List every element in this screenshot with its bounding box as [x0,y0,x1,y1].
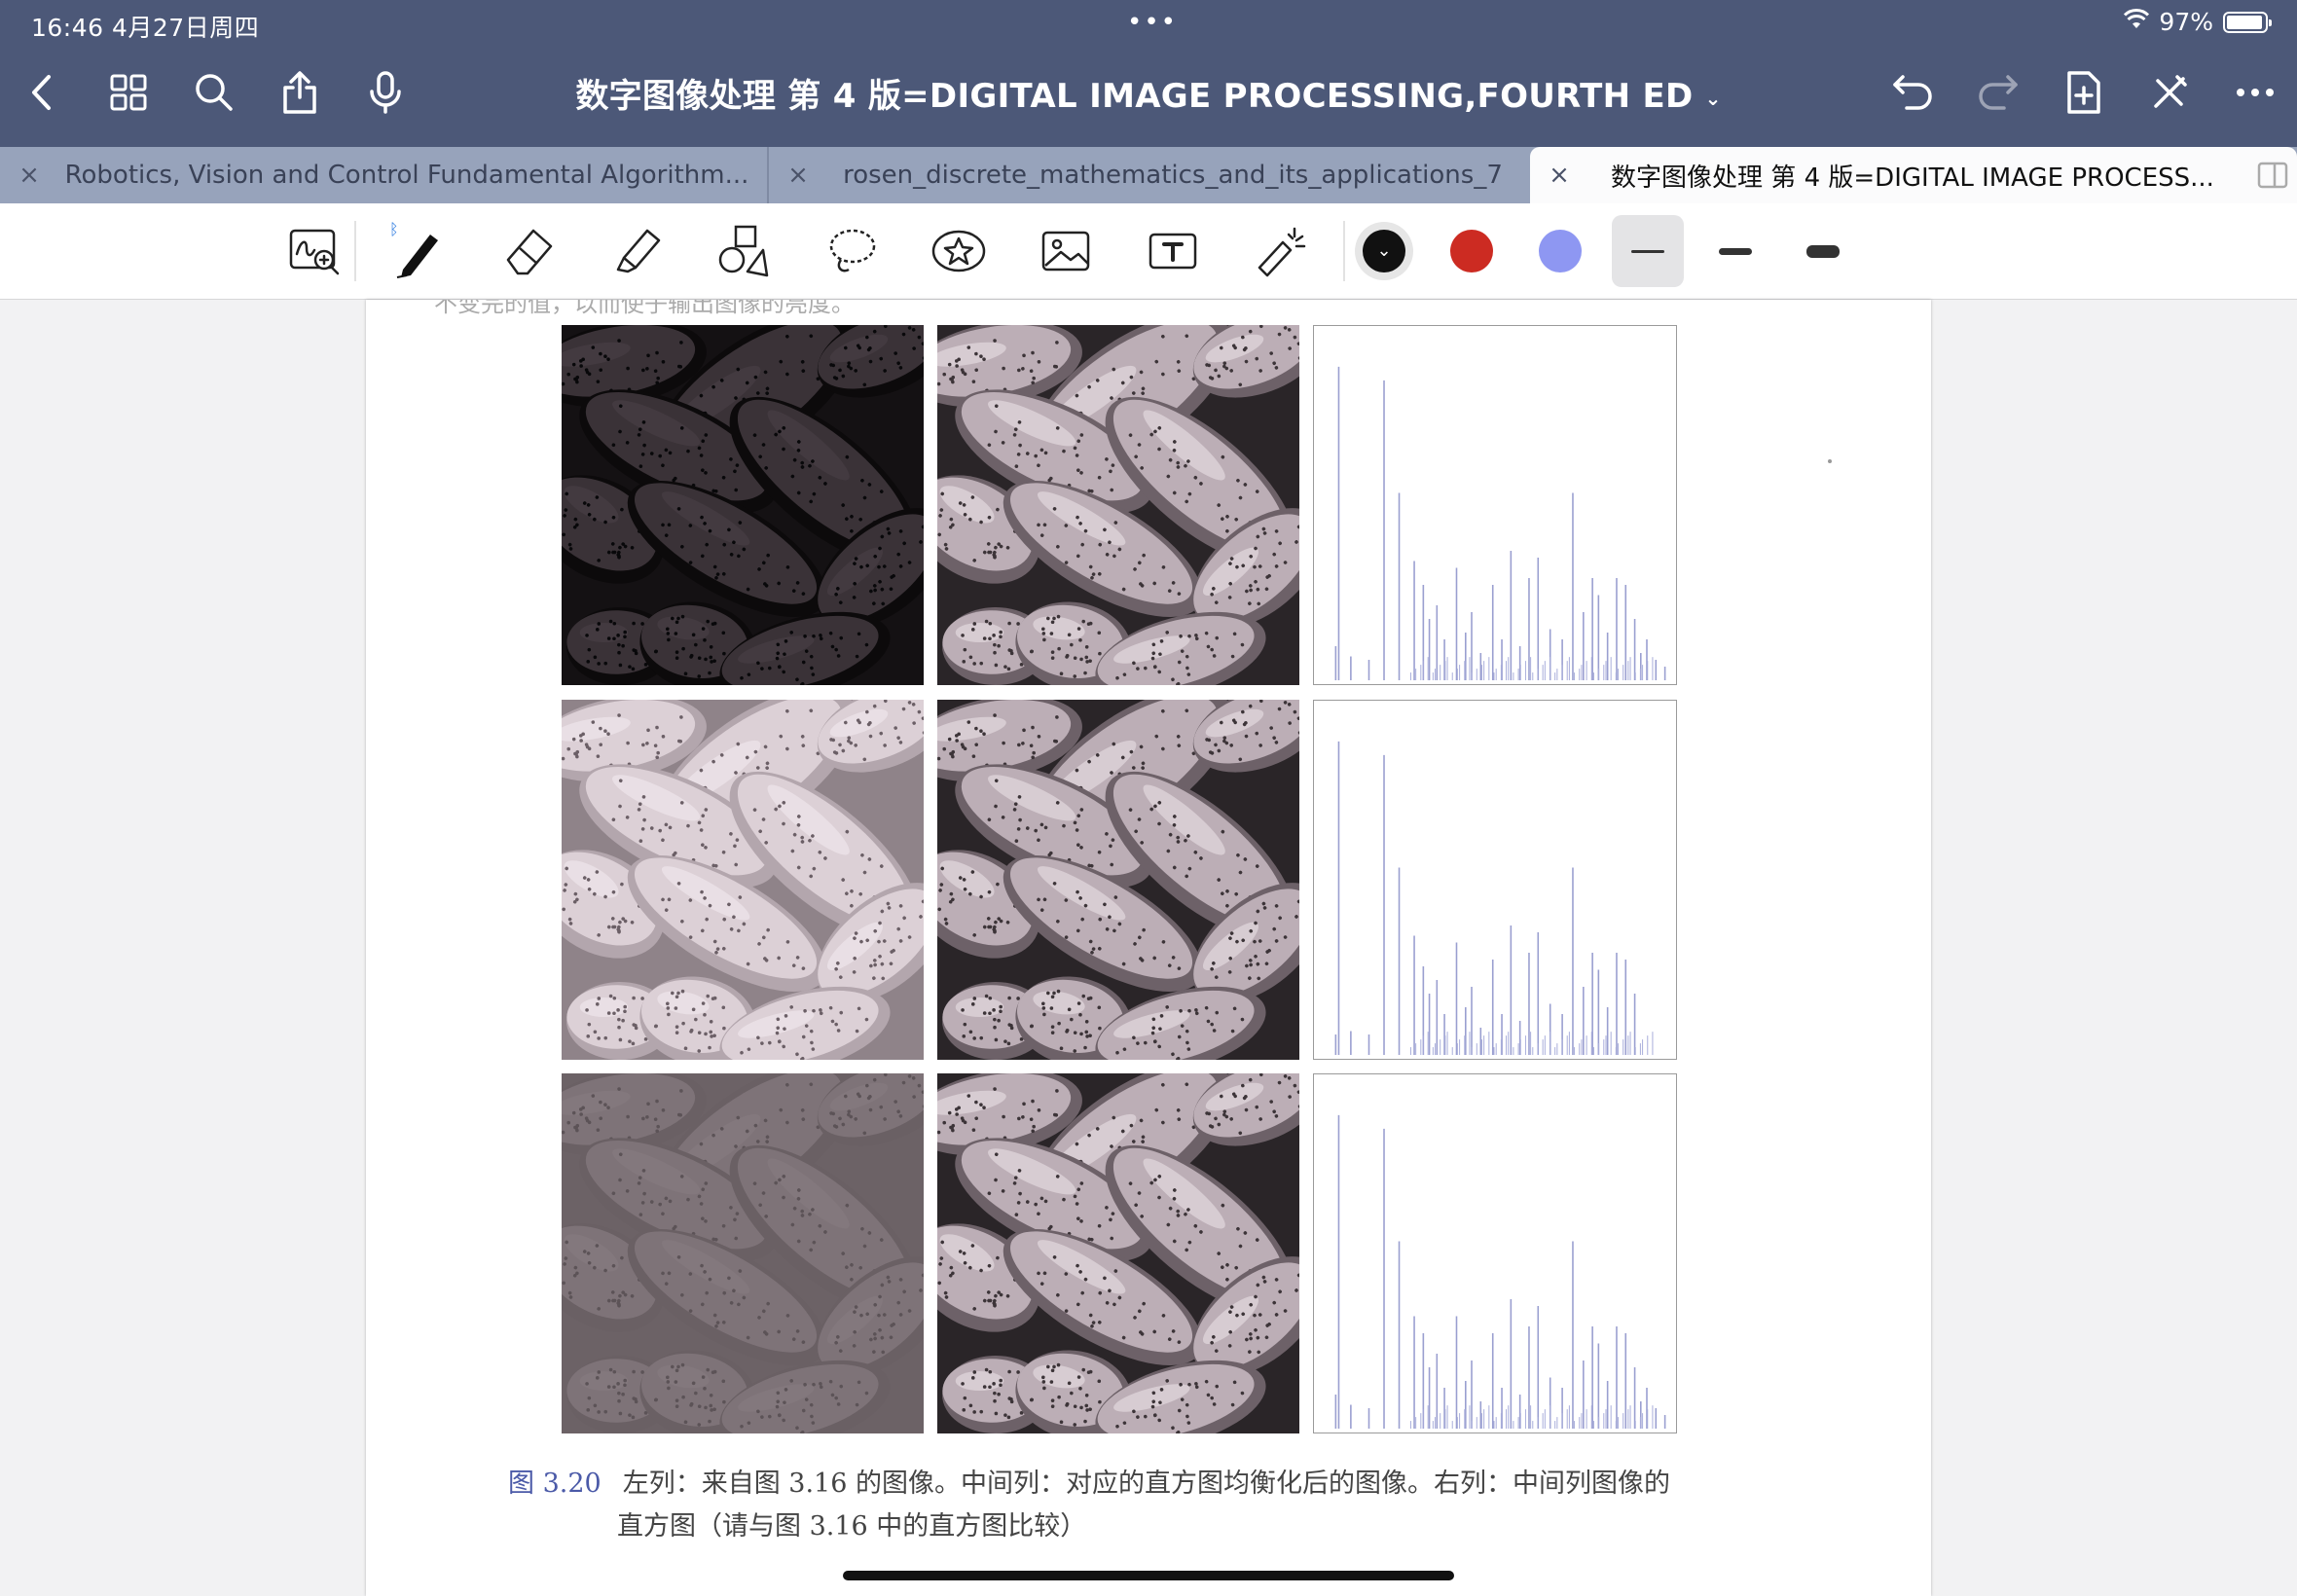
chevron-down-icon[interactable]: ⌄ [1705,87,1722,110]
tab-bar: × Robotics, Vision and Control Fundament… [0,147,2297,203]
svg-text:ᛒ: ᛒ [389,221,399,238]
tab-label: Robotics, Vision and Control Fundamental… [64,161,749,190]
annotation-toolbar: ᛒ ⌄ [0,203,2297,300]
tab-robotics[interactable]: × Robotics, Vision and Control Fundament… [0,147,769,203]
chevron-down-icon: ⌄ [1376,240,1392,261]
page-text-cut: 不变完的值，以而使子输出图像的亮度。 [434,300,855,317]
laser-pointer-tool[interactable] [1246,217,1314,285]
figure-light-equalized [937,700,1299,1060]
tab-digital-image-processing[interactable]: × 数字图像处理 第 4 版=DIGITAL IMAGE PROCESS... [1530,147,2297,203]
close-pen-icon[interactable] [2145,68,2194,117]
tab-label: 数字图像处理 第 4 版=DIGITAL IMAGE PROCESS... [1611,163,2214,193]
tab-close-icon[interactable]: × [0,161,58,190]
figure-dark-original [562,325,924,685]
battery-percent: 97% [2159,8,2213,36]
add-page-icon[interactable] [2060,68,2108,117]
undo-icon[interactable] [1888,68,1937,117]
figure-dark-equalized [937,325,1299,685]
text-tool[interactable] [1139,217,1207,285]
thickness-thick[interactable] [1787,215,1859,287]
tab-close-icon[interactable]: × [769,161,827,190]
status-time: 16:46 4月27日周四 [31,14,260,42]
histogram-dark [1313,325,1677,685]
histogram-lowcontrast [1313,1073,1677,1433]
histogram-light [1313,700,1677,1060]
multitask-dots[interactable]: ••• [1127,8,1178,37]
image-tool[interactable] [1032,217,1100,285]
figure-lowcontrast-original [562,1073,924,1433]
caption-number: 图 3.20 [508,1469,602,1499]
tab-label: rosen_discrete_mathematics_and_its_appli… [843,161,1503,190]
battery-icon [2223,11,2272,33]
color-lavender[interactable] [1539,230,1582,272]
document-title[interactable]: 数字图像处理 第 4 版=DIGITAL IMAGE PROCESSING,FO… [0,69,2297,117]
more-icon[interactable] [2231,68,2279,117]
eraser-tool[interactable] [494,217,563,285]
thickness-medium[interactable] [1699,215,1771,287]
lasso-tool[interactable] [818,217,886,285]
pen-tool[interactable]: ᛒ [385,217,454,285]
figure-light-original [562,700,924,1060]
color-red[interactable] [1450,230,1493,272]
document-page[interactable]: 不变完的值，以而使子输出图像的亮度。 图 3.20 左列：来自图 3.16 的图像… [366,300,1931,1596]
wifi-icon [2124,8,2150,36]
sticker-tool[interactable] [925,217,993,285]
status-right: 97% [2124,8,2272,36]
color-black[interactable]: ⌄ [1363,230,1405,272]
zoom-window-tool[interactable] [281,217,349,285]
shapes-tool[interactable] [711,217,779,285]
figure-caption: 图 3.20 左列：来自图 3.16 的图像。中间列：对应的直方图均衡化后的图像。… [508,1463,1773,1548]
highlighter-tool[interactable] [602,217,671,285]
caption-line-2: 直方图（请与图 3.16 中的直方图比较） [617,1511,1087,1542]
thickness-thin[interactable] [1612,215,1684,287]
top-bar: 16:46 4月27日周四 ••• 97% 数字图像处理 第 4 版=DIGIT… [0,0,2297,147]
figure-lowcontrast-equalized [937,1073,1299,1433]
tab-close-icon[interactable]: × [1530,161,1588,190]
home-indicator[interactable] [843,1571,1454,1580]
caption-line-1: 左列：来自图 3.16 的图像。中间列：对应的直方图均衡化后的图像。右列：中间列… [622,1469,1670,1499]
tab-rosen[interactable]: × rosen_discrete_mathematics_and_its_app… [769,147,1530,203]
redo-icon[interactable] [1974,68,2023,117]
split-view-icon[interactable] [2248,162,2297,189]
